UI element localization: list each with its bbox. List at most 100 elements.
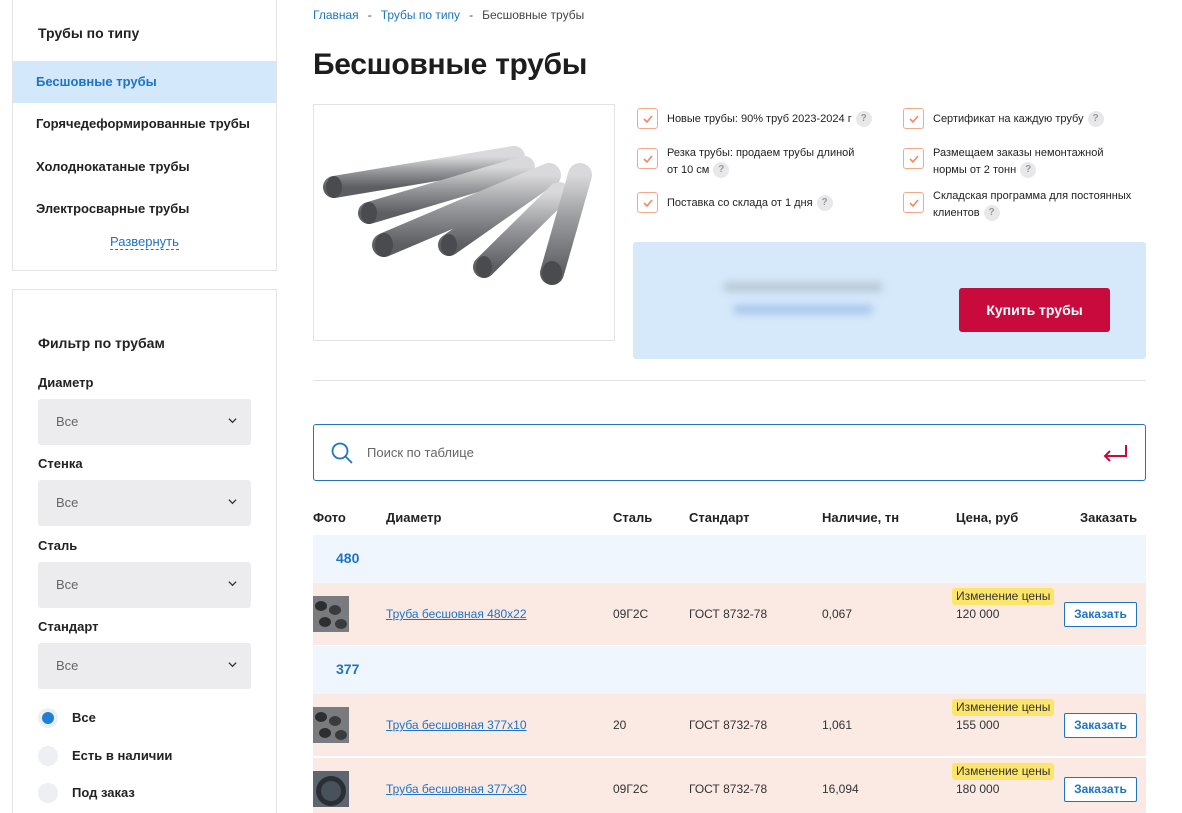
column-header-steel[interactable]: Сталь: [613, 510, 652, 525]
steel-cell: 09Г2С: [613, 607, 649, 621]
feature-text: Резка трубы: продаем трубы длиной: [667, 147, 855, 159]
column-header-order: Заказать: [1080, 510, 1138, 525]
help-icon[interactable]: ?: [855, 111, 872, 128]
standard-select[interactable]: Все: [38, 643, 251, 689]
availability-label-on-order: Под заказ: [72, 785, 135, 800]
order-button[interactable]: Заказать: [1064, 713, 1137, 738]
steel-filter-label: Сталь: [38, 538, 78, 553]
feature-non-standard-orders: Размещаем заказы немонтажной нормы от 2 …: [933, 145, 1103, 179]
buy-pipes-button[interactable]: Купить трубы: [959, 288, 1110, 332]
help-icon[interactable]: ?: [1087, 111, 1104, 128]
breadcrumb-pipe-types[interactable]: Трубы по типу: [381, 8, 460, 22]
enter-icon[interactable]: [1102, 442, 1128, 464]
availability-radio-in-stock[interactable]: [38, 746, 58, 766]
pipe-filter-panel: Фильтр по трубам Диаметр Все Стенка Все …: [12, 289, 277, 813]
breadcrumb-home[interactable]: Главная: [313, 8, 359, 22]
promo-banner: Купить трубы: [633, 242, 1146, 359]
table-group-row: 377: [313, 646, 1146, 695]
feature-cutting: Резка трубы: продаем трубы длиной от 10 …: [667, 145, 854, 179]
chevron-down-icon: [228, 418, 237, 424]
chevron-down-icon: [228, 581, 237, 587]
breadcrumb-current: Бесшовные трубы: [482, 8, 585, 22]
checkbox-icon: [637, 148, 658, 169]
sidebar-item-seamless[interactable]: Бесшовные трубы: [13, 61, 276, 103]
price-change-badge: Изменение цены: [952, 699, 1055, 716]
sidebar-item-cold-rolled[interactable]: Холоднокатаные трубы: [13, 146, 276, 188]
wall-select[interactable]: Все: [38, 480, 251, 526]
blurred-link: [733, 305, 873, 314]
steel-cell: 09Г2С: [613, 782, 649, 796]
product-link[interactable]: Труба бесшовная 377х10: [386, 718, 527, 732]
feature-delivery: Поставка со склада от 1 дня?: [667, 195, 833, 212]
diameter-select-value: Все: [56, 414, 79, 429]
product-link[interactable]: Труба бесшовная 377х30: [386, 782, 527, 796]
table-row: Труба бесшовная 480х22 09Г2С ГОСТ 8732-7…: [313, 583, 1146, 645]
column-header-standard[interactable]: Стандарт: [689, 510, 749, 525]
standard-cell: ГОСТ 8732-78: [689, 718, 768, 732]
price-change-badge: Изменение цены: [952, 763, 1055, 780]
checkbox-icon: [903, 192, 924, 213]
order-button[interactable]: Заказать: [1064, 777, 1137, 802]
expand-link[interactable]: Развернуть: [110, 234, 179, 250]
standard-cell: ГОСТ 8732-78: [689, 607, 768, 621]
standard-cell: ГОСТ 8732-78: [689, 782, 768, 796]
help-icon[interactable]: ?: [983, 205, 1000, 222]
stock-cell: 0,067: [822, 607, 853, 621]
steel-select[interactable]: Все: [38, 562, 251, 608]
availability-radio-all[interactable]: [38, 708, 58, 728]
search-input[interactable]: [367, 440, 1017, 465]
table-group-row: 480: [313, 535, 1146, 584]
steel-cell: 20: [613, 718, 627, 732]
product-link[interactable]: Труба бесшовная 480х22: [386, 607, 527, 621]
standard-select-value: Все: [56, 658, 79, 673]
column-header-price[interactable]: Цена, руб: [956, 510, 1018, 525]
sidebar-item-hot-deformed[interactable]: Горячедеформированные трубы: [13, 103, 276, 145]
pipe-thumbnail: [313, 596, 349, 632]
steel-select-value: Все: [56, 577, 79, 592]
stock-cell: 1,061: [822, 718, 853, 732]
group-diameter: 377: [336, 661, 360, 677]
filter-title: Фильтр по трубам: [38, 335, 165, 351]
column-header-stock[interactable]: Наличие, тн: [822, 510, 899, 525]
feature-certificate: Сертификат на каждую трубу?: [933, 111, 1104, 128]
price-cell: 120 000: [956, 607, 1000, 621]
help-icon[interactable]: ?: [816, 195, 833, 212]
table-search: [313, 424, 1146, 481]
group-diameter: 480: [336, 550, 360, 566]
feature-new-pipes: Новые трубы: 90% труб 2023-2024 г?: [667, 111, 872, 128]
price-cell: 180 000: [956, 782, 1000, 796]
column-header-diameter[interactable]: Диаметр: [386, 510, 441, 525]
feature-text: Поставка со склада от 1 дня: [667, 197, 813, 209]
divider: [313, 380, 1146, 381]
feature-text: Складская программа для постоянных: [933, 190, 1132, 202]
page-title: Бесшовные трубы: [313, 48, 588, 81]
breadcrumb: Главная - Трубы по типу - Бесшовные трубы: [313, 8, 584, 22]
feature-warehouse-program: Складская программа для постоянных клиен…: [933, 188, 1131, 222]
pipes-image: [323, 146, 592, 285]
breadcrumb-separator: -: [469, 8, 474, 22]
feature-text: нормы от 2 тонн: [933, 164, 1017, 176]
chevron-down-icon: [228, 499, 237, 505]
chevron-down-icon: [228, 662, 237, 668]
feature-text: Размещаем заказы немонтажной: [933, 147, 1104, 159]
diameter-select[interactable]: Все: [38, 399, 251, 445]
wall-filter-label: Стенка: [38, 456, 83, 471]
order-button[interactable]: Заказать: [1064, 602, 1137, 627]
wall-select-value: Все: [56, 495, 79, 510]
search-icon[interactable]: [331, 442, 353, 464]
availability-label-all: Все: [72, 710, 96, 725]
sidebar-item-electric-welded[interactable]: Электросварные трубы: [13, 188, 276, 230]
column-header-photo: Фото: [313, 510, 346, 525]
help-icon[interactable]: ?: [713, 162, 730, 179]
blurred-text: [723, 282, 883, 292]
product-photo: [313, 104, 615, 341]
checkbox-icon: [637, 108, 658, 129]
standard-filter-label: Стандарт: [38, 619, 99, 634]
table-row: Труба бесшовная 377х10 20 ГОСТ 8732-78 1…: [313, 694, 1146, 756]
checkbox-icon: [903, 108, 924, 129]
pipe-thumbnail: [313, 707, 349, 743]
table-row: Труба бесшовная 377х30 09Г2С ГОСТ 8732-7…: [313, 758, 1146, 813]
availability-radio-on-order[interactable]: [38, 783, 58, 803]
help-icon[interactable]: ?: [1020, 162, 1037, 179]
feature-text: Сертификат на каждую трубу: [933, 113, 1084, 125]
